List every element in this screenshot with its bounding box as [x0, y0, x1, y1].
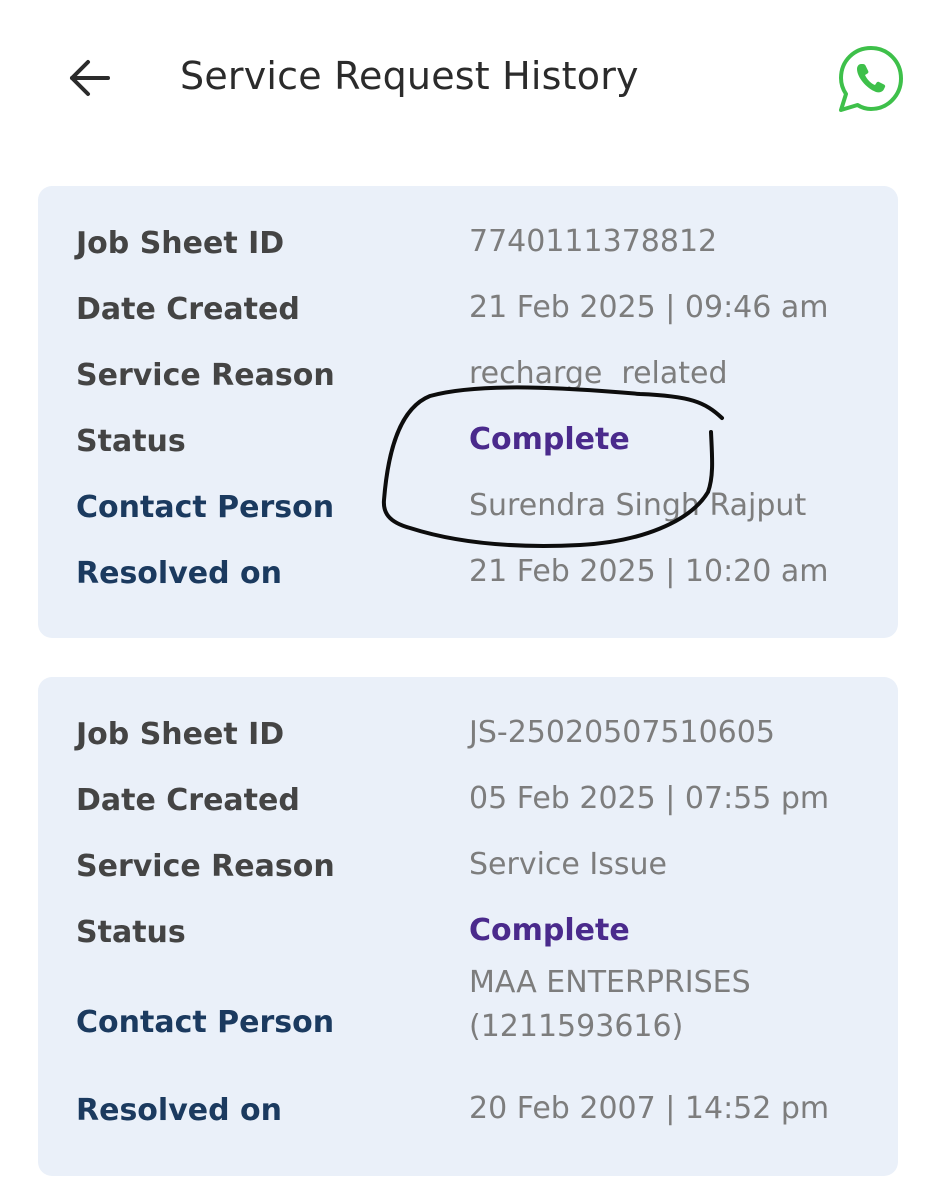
resolved-on-label: Resolved on	[76, 556, 282, 591]
contact-person-value: MAA ENTERPRISES (1211593616)	[469, 965, 751, 1044]
date-created-value: 21 Feb 2025 | 09:46 am	[469, 290, 829, 325]
date-created-value: 05 Feb 2025 | 07:55 pm	[469, 781, 830, 816]
contact-person-label: Contact Person	[76, 490, 335, 525]
job-sheet-id-value: JS-25020507510605	[469, 715, 775, 750]
contact-person-value: Surendra Singh Rajput	[469, 488, 807, 523]
contact-person-label: Contact Person	[76, 1005, 335, 1040]
resolved-on-value: 21 Feb 2025 | 10:20 am	[469, 554, 829, 589]
status-label: Status	[76, 915, 186, 950]
job-sheet-id-label: Job Sheet ID	[76, 226, 285, 261]
resolved-on-label: Resolved on	[76, 1093, 282, 1128]
service-request-card: Job Sheet ID 7740111378812 Date Created …	[38, 186, 898, 638]
service-reason-label: Service Reason	[76, 358, 335, 393]
status-value: Complete	[469, 422, 630, 457]
date-created-label: Date Created	[76, 292, 300, 327]
back-button[interactable]	[64, 52, 116, 104]
service-request-card: Job Sheet ID JS-25020507510605 Date Crea…	[38, 677, 898, 1176]
date-created-label: Date Created	[76, 783, 300, 818]
arrow-left-icon	[70, 60, 110, 96]
service-reason-value: recharge related	[469, 356, 728, 391]
status-label: Status	[76, 424, 186, 459]
page-title: Service Request History	[180, 54, 639, 98]
service-reason-value: Service Issue	[469, 847, 667, 882]
job-sheet-id-value: 7740111378812	[469, 224, 718, 259]
whatsapp-icon	[839, 46, 903, 112]
job-sheet-id-label: Job Sheet ID	[76, 717, 285, 752]
whatsapp-button[interactable]	[834, 42, 908, 116]
service-reason-label: Service Reason	[76, 849, 335, 884]
status-value: Complete	[469, 913, 630, 948]
service-request-history-screen: Service Request History Job Sheet ID 774…	[0, 0, 936, 1200]
resolved-on-value: 20 Feb 2007 | 14:52 pm	[469, 1091, 830, 1126]
